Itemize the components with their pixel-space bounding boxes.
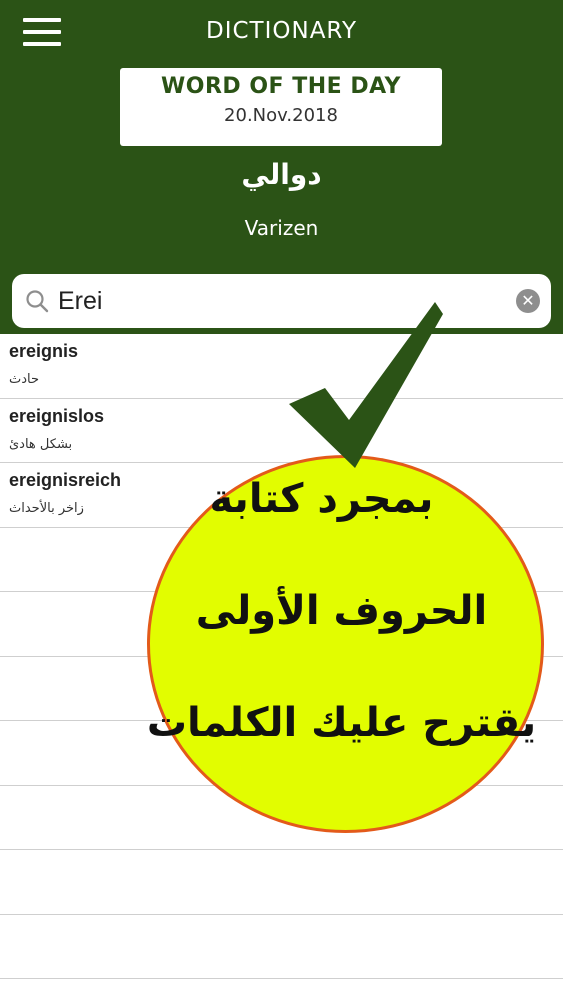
clear-icon[interactable]: ✕ xyxy=(516,289,540,313)
word-of-the-day-date: 20.Nov.2018 xyxy=(224,105,338,126)
promo-text-line-3: يقترح عليك الكلمات xyxy=(146,700,537,746)
search-bar: ✕ xyxy=(0,268,563,334)
word-of-the-day-word: دوالي xyxy=(241,158,322,191)
word-of-the-day-heading: WORD OF THE DAY xyxy=(161,74,401,99)
list-item-translation: حادث xyxy=(9,372,40,387)
page-title: DICTIONARY xyxy=(206,18,357,44)
list-item[interactable]: ereignis حادث xyxy=(0,334,563,399)
list-item-word: ereignis xyxy=(9,341,79,361)
search-icon xyxy=(26,290,49,313)
list-item xyxy=(0,915,563,979)
promo-text-line-1: بمجرد كتابة xyxy=(209,476,434,522)
list-item xyxy=(0,850,563,915)
list-item-word: ereignislos xyxy=(9,405,105,426)
search-field[interactable]: ✕ xyxy=(12,274,551,328)
word-of-the-day-translation: Varizen xyxy=(244,216,319,240)
word-of-the-day-card[interactable]: WORD OF THE DAY 20.Nov.2018 xyxy=(120,68,442,146)
list-item-translation: بشكل هادئ xyxy=(9,436,73,452)
promo-text-line-2: الحروف الأولى xyxy=(195,588,488,634)
list-item[interactable]: ereignislos بشكل هادئ xyxy=(0,399,563,463)
checkmark-icon xyxy=(289,302,443,468)
